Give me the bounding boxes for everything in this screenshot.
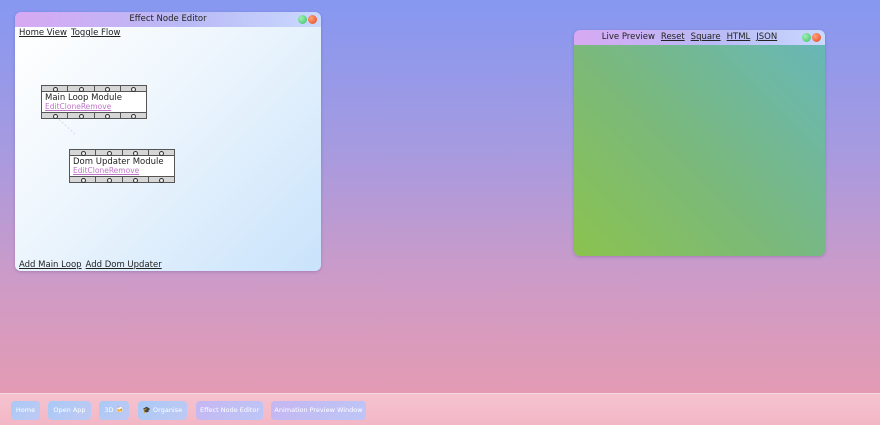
- taskbar-label: Open App: [53, 406, 86, 414]
- input-port[interactable]: [68, 86, 95, 92]
- input-port[interactable]: [149, 150, 174, 156]
- dom-updater-module-node[interactable]: Dom Updater Module Edit Clone Remove: [69, 149, 175, 183]
- maximize-button[interactable]: [298, 15, 307, 24]
- close-button[interactable]: [308, 15, 317, 24]
- preview-title: Live Preview: [601, 32, 655, 42]
- output-port[interactable]: [121, 113, 146, 119]
- square-link[interactable]: Square: [691, 30, 721, 45]
- taskbar-label: 3D: [104, 406, 114, 414]
- live-preview-window: Live Preview Reset Square HTML JSON: [574, 30, 825, 256]
- output-ports: [41, 112, 147, 119]
- beer-mugs-icon: 🍻: [115, 406, 124, 414]
- node-clone-link[interactable]: Clone: [60, 103, 81, 111]
- preview-canvas[interactable]: [574, 45, 825, 256]
- home-view-link[interactable]: Home View: [19, 28, 67, 38]
- json-link[interactable]: JSON: [756, 30, 777, 45]
- node-remove-link[interactable]: Remove: [109, 167, 139, 175]
- editor-title: Effect Node Editor: [129, 14, 207, 24]
- taskbar-open-app-button[interactable]: Open App: [48, 401, 91, 420]
- input-port[interactable]: [70, 150, 97, 156]
- editor-canvas[interactable]: Home View Toggle Flow Main Loop Module E…: [15, 27, 321, 271]
- input-port[interactable]: [95, 86, 121, 92]
- node-clone-link[interactable]: Clone: [88, 167, 109, 175]
- taskbar-label: Organise: [153, 406, 183, 414]
- preview-titlebar[interactable]: Live Preview Reset Square HTML JSON: [574, 30, 825, 45]
- editor-titlebar[interactable]: Effect Node Editor: [15, 12, 321, 27]
- graduation-cap-icon: 🎓: [142, 406, 151, 414]
- input-ports: [69, 149, 175, 156]
- toggle-flow-link[interactable]: Toggle Flow: [71, 28, 120, 38]
- output-port[interactable]: [96, 177, 123, 183]
- close-button[interactable]: [812, 33, 821, 42]
- node-edit-link[interactable]: Edit: [73, 167, 88, 175]
- taskbar-label: Effect Node Editor: [199, 406, 260, 414]
- output-port[interactable]: [42, 113, 69, 119]
- input-port[interactable]: [96, 150, 123, 156]
- taskbar-home-button[interactable]: Home: [11, 401, 40, 420]
- node-remove-link[interactable]: Remove: [81, 103, 111, 111]
- output-port[interactable]: [68, 113, 95, 119]
- taskbar-3d-button[interactable]: 3D 🍻: [99, 401, 129, 420]
- maximize-button[interactable]: [802, 33, 811, 42]
- taskbar-effect-node-editor-button[interactable]: Effect Node Editor: [196, 401, 263, 420]
- taskbar-organise-button[interactable]: 🎓 Organise: [138, 401, 187, 420]
- reset-link[interactable]: Reset: [661, 30, 685, 45]
- input-port[interactable]: [42, 86, 69, 92]
- output-port[interactable]: [70, 177, 97, 183]
- add-dom-updater-link[interactable]: Add Dom Updater: [86, 260, 162, 270]
- input-port[interactable]: [123, 150, 149, 156]
- taskbar-animation-preview-button[interactable]: Animation Preview Window: [271, 401, 366, 420]
- input-ports: [41, 85, 147, 92]
- input-port[interactable]: [121, 86, 146, 92]
- taskbar-label: Home: [15, 406, 36, 414]
- output-port[interactable]: [123, 177, 149, 183]
- output-port[interactable]: [95, 113, 121, 119]
- html-link[interactable]: HTML: [727, 30, 751, 45]
- output-port[interactable]: [149, 177, 174, 183]
- node-edit-link[interactable]: Edit: [45, 103, 60, 111]
- taskbar: Home Open App 3D 🍻 🎓 Organise Effect Nod…: [0, 393, 880, 425]
- add-main-loop-link[interactable]: Add Main Loop: [19, 260, 82, 270]
- output-ports: [69, 176, 175, 183]
- taskbar-label: Animation Preview Window: [274, 406, 363, 414]
- effect-node-editor-window: Effect Node Editor Home View Toggle Flow…: [15, 12, 321, 271]
- main-loop-module-node[interactable]: Main Loop Module Edit Clone Remove: [41, 85, 147, 119]
